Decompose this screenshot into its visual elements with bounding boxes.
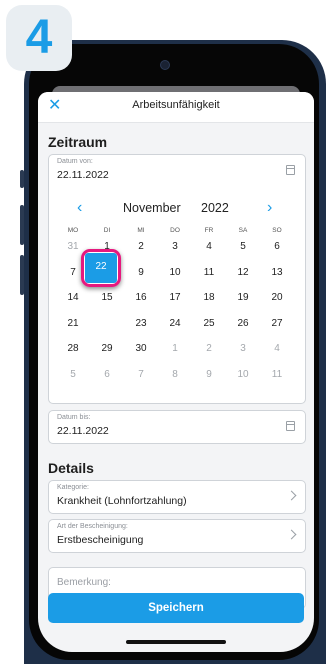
date-to-field[interactable]: Datum bis: 22.11.2022 (48, 410, 306, 444)
calendar-day[interactable]: 1 (158, 343, 192, 354)
bescheinigung-label: Art der Bescheinigung: (57, 523, 128, 530)
calendar-day[interactable]: 15 (90, 292, 124, 303)
calendar-day[interactable]: 21 (56, 318, 90, 329)
calendar-day[interactable]: 8 (158, 369, 192, 380)
calendar-day[interactable]: 3 (158, 241, 192, 252)
date-to-value: 22.11.2022 (57, 425, 109, 437)
weekday-header: DO (170, 227, 180, 234)
kategorie-value: Krankheit (Lohnfortzahlung) (57, 495, 187, 507)
date-from-label: Datum von: (57, 158, 93, 165)
next-month-button[interactable]: › (267, 199, 272, 217)
home-indicator (126, 640, 226, 644)
calendar-day[interactable]: 26 (226, 318, 260, 329)
calendar-day[interactable]: 20 (260, 292, 294, 303)
calendar-day[interactable]: 4 (260, 343, 294, 354)
date-from-value: 22.11.2022 (57, 169, 109, 181)
calendar-icon[interactable] (286, 165, 295, 175)
kategorie-label: Kategorie: (57, 484, 89, 491)
calendar-day[interactable]: 10 (226, 369, 260, 380)
phone-screen: ✕ Arbeitsunfähigkeit Zeitraum Datum von:… (38, 92, 314, 652)
calendar-day[interactable]: 11 (192, 267, 226, 278)
calendar-day[interactable]: 18 (192, 292, 226, 303)
modal-header: ✕ Arbeitsunfähigkeit (38, 92, 314, 123)
calendar-day[interactable]: 19 (226, 292, 260, 303)
calendar-day[interactable]: 5 (56, 369, 90, 380)
weekday-header: SA (238, 227, 248, 234)
calendar-day[interactable]: 5 (226, 241, 260, 252)
calendar-month: November (123, 201, 181, 215)
calendar-day[interactable]: 2 (192, 343, 226, 354)
weekday-header: MO (67, 227, 79, 234)
kategorie-select[interactable]: Kategorie: Krankheit (Lohnfortzahlung) (48, 480, 306, 514)
front-camera-icon (160, 60, 170, 70)
chevron-right-icon (286, 529, 297, 540)
phone-side-button (20, 170, 24, 188)
calendar-day[interactable]: 9 (124, 267, 158, 278)
calendar-day[interactable]: 4 (192, 241, 226, 252)
section-title-details: Details (48, 460, 94, 476)
calendar-day[interactable]: 13 (260, 267, 294, 278)
calendar-day[interactable]: 6 (90, 369, 124, 380)
calendar-day[interactable]: 12 (226, 267, 260, 278)
save-button[interactable]: Speichern (48, 593, 304, 623)
weekday-header: FR (204, 227, 214, 234)
calendar-day[interactable]: 16 (124, 292, 158, 303)
calendar-day[interactable]: 23 (124, 318, 158, 329)
calendar-day[interactable]: 7 (124, 369, 158, 380)
page-title: Arbeitsunfähigkeit (132, 99, 220, 111)
calendar-day[interactable]: 29 (90, 343, 124, 354)
section-title-zeitraum: Zeitraum (48, 134, 108, 150)
calendar-icon[interactable] (286, 421, 295, 431)
step-number-badge: 4 (6, 5, 72, 71)
calendar-day[interactable]: 11 (260, 369, 294, 380)
date-to-label: Datum bis: (57, 414, 91, 421)
step-number: 4 (25, 11, 53, 64)
phone-volume-up-button (20, 205, 24, 245)
calendar-day[interactable]: 17 (158, 292, 192, 303)
highlight-ring (81, 249, 121, 287)
calendar-year: 2022 (201, 201, 229, 215)
calendar-day[interactable]: 9 (192, 369, 226, 380)
chevron-right-icon (286, 490, 297, 501)
calendar-day[interactable]: 24 (158, 318, 192, 329)
calendar-day[interactable]: 2 (124, 241, 158, 252)
bescheinigung-select[interactable]: Art der Bescheinigung: Erstbescheinigung (48, 519, 306, 553)
phone-volume-down-button (20, 255, 24, 295)
calendar-day[interactable]: 14 (56, 292, 90, 303)
calendar-day[interactable]: 3 (226, 343, 260, 354)
weekday-header: MI (137, 227, 145, 234)
weekday-header: SO (272, 227, 282, 234)
calendar-day[interactable]: 10 (158, 267, 192, 278)
calendar-day[interactable]: 25 (192, 318, 226, 329)
calendar-day[interactable]: 27 (260, 318, 294, 329)
calendar-day[interactable]: 6 (260, 241, 294, 252)
calendar-day[interactable]: 30 (124, 343, 158, 354)
weekday-header: DI (103, 227, 111, 234)
calendar-day[interactable]: 28 (56, 343, 90, 354)
bemerkung-placeholder: Bemerkung: (57, 577, 111, 588)
bescheinigung-value: Erstbescheinigung (57, 534, 144, 546)
prev-month-button[interactable]: ‹ (77, 199, 82, 217)
